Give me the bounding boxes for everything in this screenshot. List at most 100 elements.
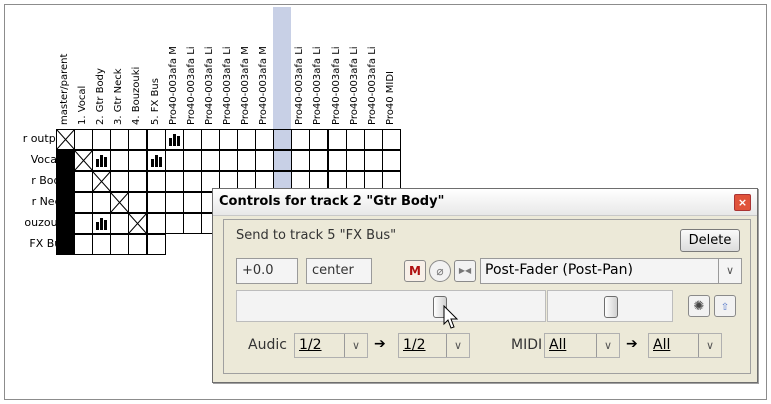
routing-cell[interactable] — [110, 171, 130, 192]
routing-cell[interactable] — [381, 150, 401, 171]
column-header: Pro40-003afa Li — [312, 46, 324, 125]
phase-invert-button[interactable]: ⌀ — [429, 260, 451, 282]
routing-cell[interactable] — [128, 192, 148, 213]
routing-cell[interactable] — [110, 192, 130, 213]
routing-cell[interactable] — [110, 213, 130, 234]
routing-cell[interactable] — [146, 234, 166, 255]
routing-cell[interactable] — [309, 129, 329, 150]
routing-cell[interactable] — [56, 171, 76, 192]
chevron-down-icon: ∨ — [446, 334, 469, 357]
routing-cell[interactable] — [146, 192, 166, 213]
dialog-titlebar[interactable]: Controls for track 2 "Gtr Body" × — [213, 189, 757, 216]
midi-label: MIDI — [511, 337, 543, 353]
pan-slider[interactable] — [547, 290, 673, 322]
routing-cell[interactable] — [110, 150, 130, 171]
routing-cell[interactable] — [92, 150, 112, 171]
routing-cell[interactable] — [92, 213, 112, 234]
routing-cell[interactable] — [164, 150, 184, 171]
routing-cell[interactable] — [327, 150, 347, 171]
routing-cell[interactable] — [92, 129, 112, 150]
volume-slider[interactable] — [236, 290, 546, 329]
routing-cell[interactable] — [309, 150, 329, 171]
routing-cell[interactable] — [255, 150, 275, 171]
routing-cell[interactable] — [74, 213, 94, 234]
column-header: master/parent — [59, 53, 70, 125]
routing-cell[interactable] — [92, 171, 112, 192]
routing-cell[interactable] — [237, 129, 257, 150]
routing-cell[interactable] — [110, 234, 130, 255]
fx-icon: ⇧ — [720, 302, 730, 313]
routing-cell[interactable] — [164, 171, 184, 192]
pan-field[interactable]: center — [306, 258, 372, 284]
level-meter-bar — [168, 138, 172, 146]
mono-stereo-button[interactable]: ▶◀ — [454, 260, 476, 282]
routing-cell[interactable] — [74, 150, 94, 171]
routing-cell[interactable] — [56, 192, 76, 213]
routing-cell[interactable] — [56, 150, 76, 171]
routing-cell[interactable] — [128, 234, 148, 255]
routing-cell[interactable] — [182, 129, 202, 150]
audio-source-select[interactable]: 1/2 ∨ — [294, 333, 368, 358]
routing-cell[interactable] — [273, 129, 293, 150]
routing-cell[interactable] — [110, 129, 130, 150]
midi-source-select[interactable]: All ∨ — [544, 333, 620, 358]
fx-button[interactable]: ⇧ — [714, 295, 736, 317]
chevron-down-icon: ∨ — [698, 334, 721, 357]
volume-field[interactable]: +0.0 — [236, 258, 298, 284]
routing-cell[interactable] — [200, 129, 220, 150]
routing-cell[interactable] — [56, 213, 76, 234]
column-header: Pro40-003afa Li — [203, 46, 215, 125]
mute-button[interactable]: M — [404, 260, 426, 282]
routing-cell[interactable] — [381, 129, 401, 150]
routing-cell[interactable] — [164, 129, 184, 150]
x-icon — [129, 213, 147, 234]
routing-cell[interactable] — [92, 192, 112, 213]
routing-cell[interactable] — [237, 150, 257, 171]
routing-cell[interactable] — [74, 129, 94, 150]
routing-cell[interactable] — [74, 171, 94, 192]
routing-cell[interactable] — [218, 129, 238, 150]
routing-cell[interactable] — [200, 150, 220, 171]
routing-cell[interactable] — [164, 192, 184, 213]
audio-label: Audic — [248, 337, 287, 353]
x-icon — [92, 171, 111, 192]
routing-cell[interactable] — [327, 129, 347, 150]
routing-cell[interactable] — [128, 213, 148, 234]
send-mode-select[interactable]: Post-Fader (Post-Pan) ∨ — [480, 258, 742, 284]
routing-cell[interactable] — [291, 150, 311, 171]
routing-cell[interactable] — [345, 150, 365, 171]
routing-cell[interactable] — [291, 129, 311, 150]
routing-cell[interactable] — [255, 129, 275, 150]
routing-cell[interactable] — [92, 234, 112, 255]
arrow-right-icon: ➔ — [374, 336, 386, 352]
routing-cell[interactable] — [74, 192, 94, 213]
routing-cell[interactable] — [363, 150, 383, 171]
pan-slider-thumb[interactable] — [604, 296, 618, 318]
midi-dest-select[interactable]: All ∨ — [648, 333, 722, 358]
routing-cell[interactable] — [345, 129, 365, 150]
routing-cell[interactable] — [182, 150, 202, 171]
routing-cell[interactable] — [146, 129, 166, 150]
column-header: Pro40 MIDI — [384, 71, 396, 125]
routing-cell[interactable] — [146, 213, 166, 234]
routing-cell[interactable] — [182, 213, 202, 234]
routing-cell[interactable] — [56, 234, 76, 255]
routing-cell[interactable] — [128, 129, 148, 150]
routing-cell[interactable] — [56, 129, 76, 150]
delete-button[interactable]: Delete — [680, 229, 740, 252]
routing-cell[interactable] — [128, 150, 148, 171]
routing-cell[interactable] — [273, 150, 293, 171]
close-button[interactable]: × — [734, 194, 751, 211]
audio-dest-select[interactable]: 1/2 ∨ — [398, 333, 470, 358]
envelope-button[interactable]: ✺ — [688, 295, 710, 317]
routing-cell[interactable] — [164, 213, 184, 234]
send-panel: Send to track 5 "FX Bus" Delete +0.0 cen… — [223, 219, 751, 374]
routing-cell[interactable] — [218, 150, 238, 171]
routing-cell[interactable] — [182, 192, 202, 213]
routing-cell[interactable] — [146, 150, 166, 171]
routing-cell[interactable] — [146, 171, 166, 192]
routing-cell[interactable] — [74, 234, 94, 255]
routing-cell[interactable] — [182, 171, 202, 192]
routing-cell[interactable] — [128, 171, 148, 192]
routing-cell[interactable] — [363, 129, 383, 150]
